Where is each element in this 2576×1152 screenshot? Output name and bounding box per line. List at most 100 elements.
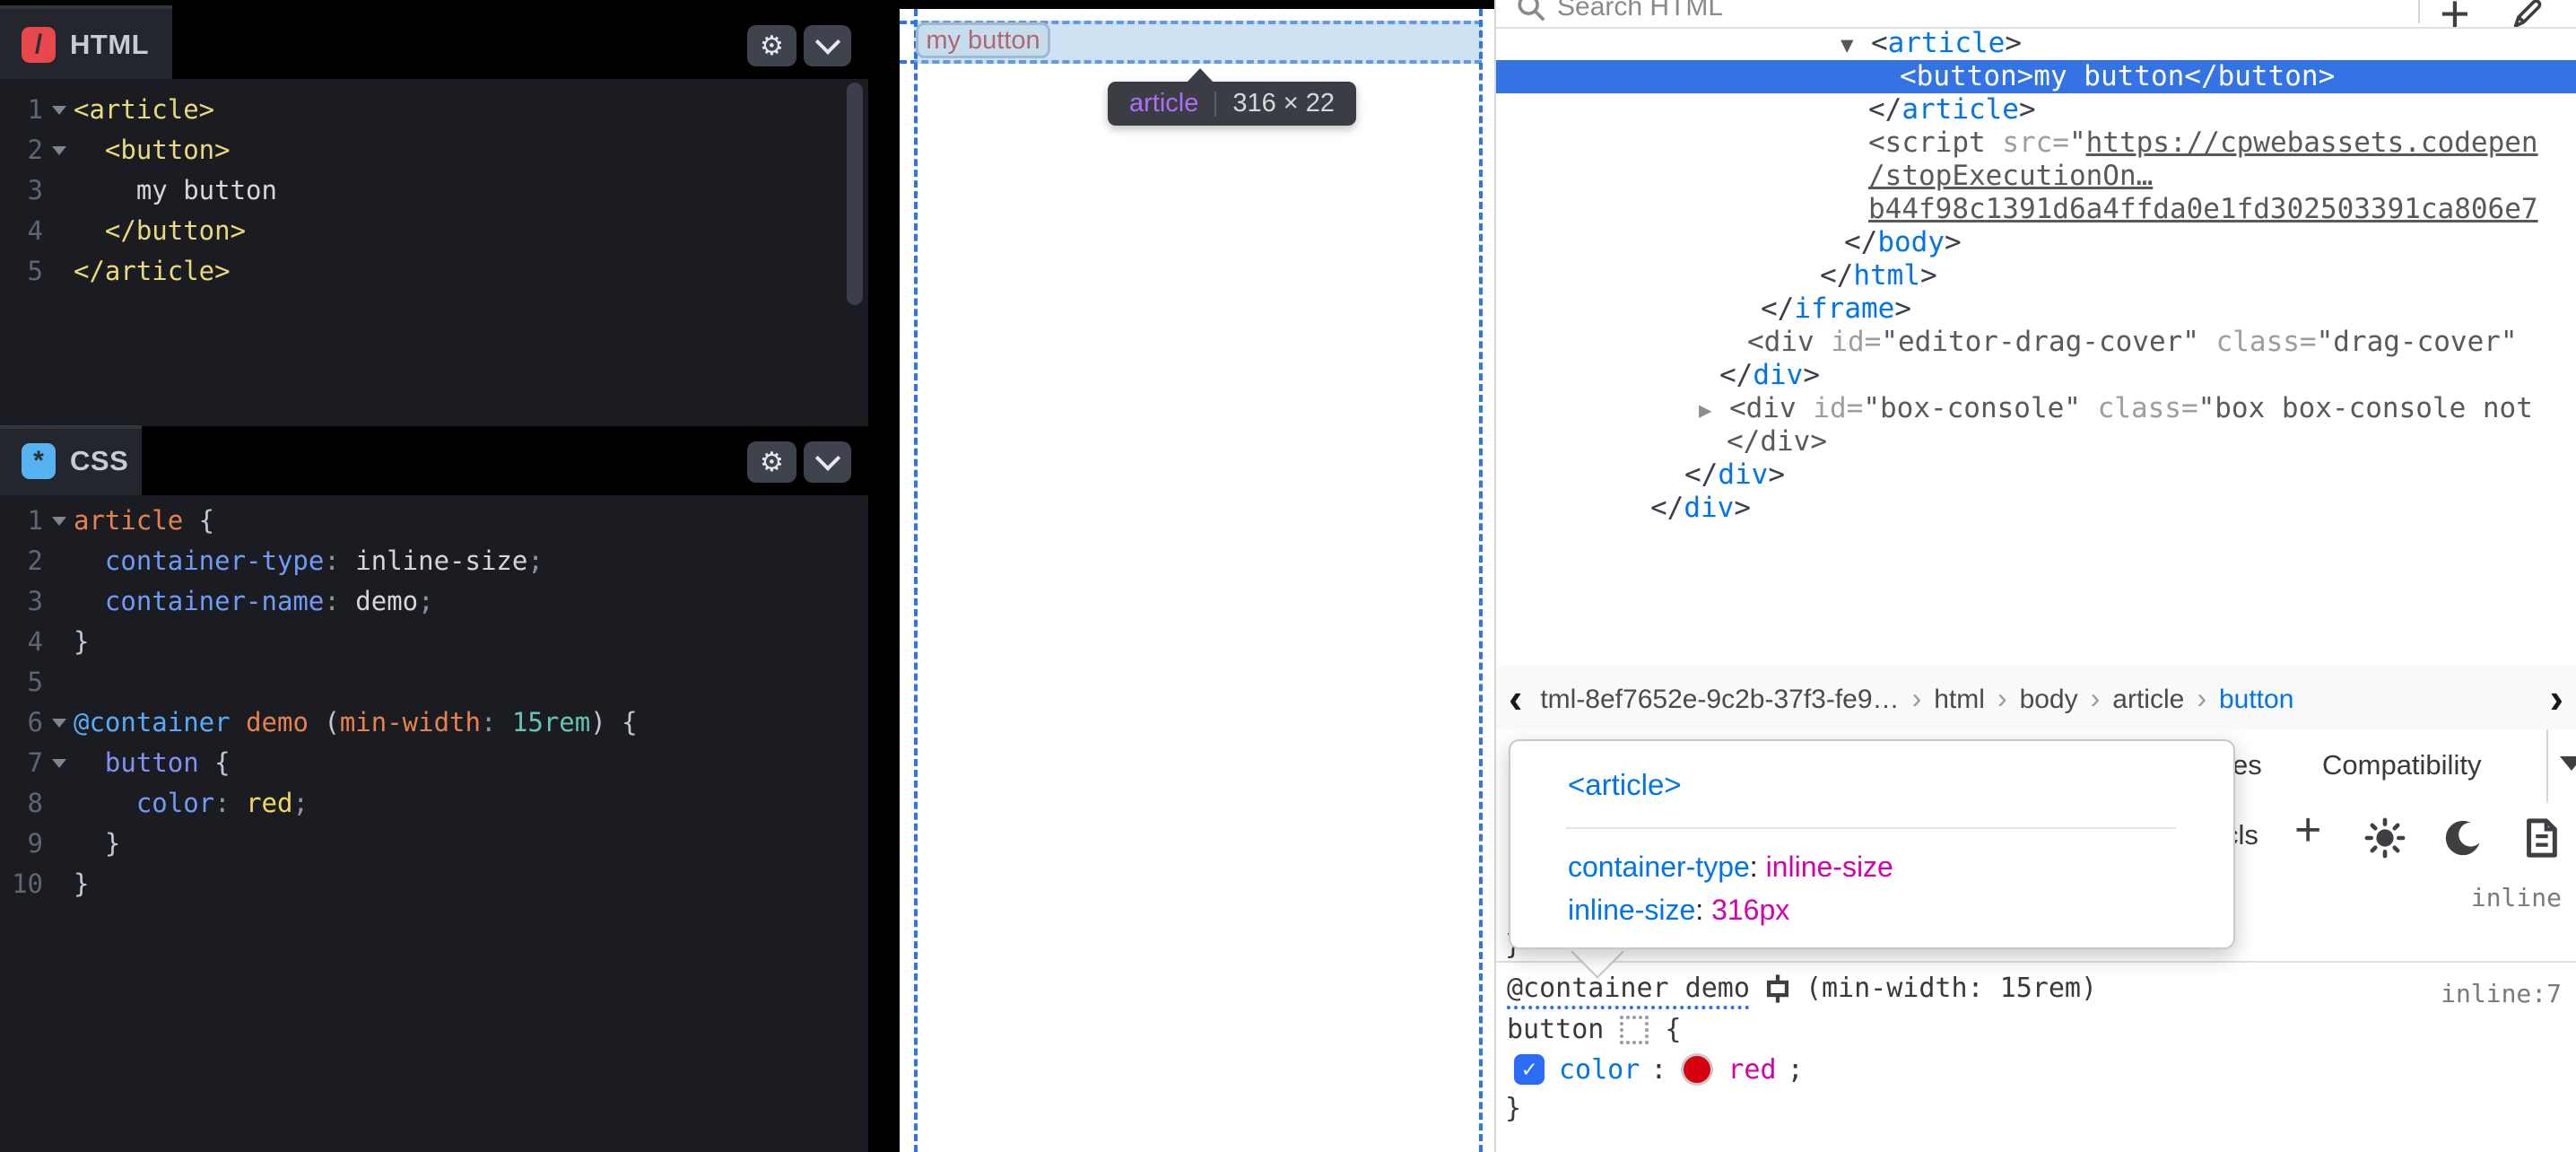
add-rule-button[interactable]: +: [2294, 803, 2321, 857]
breadcrumb-back-button[interactable]: ‹: [1496, 671, 1535, 725]
markup-row[interactable]: <div id="editor-drag-cover" class="drag-…: [1496, 326, 2576, 359]
declaration-colon: :: [1650, 1054, 1667, 1086]
markup-row[interactable]: </html>: [1496, 259, 2576, 292]
markup-row[interactable]: </div>: [1496, 458, 2576, 492]
devtools-inspector: Search HTML + ▼<article><button>my butto…: [1494, 0, 2576, 1152]
fold-arrow-icon[interactable]: [43, 703, 74, 743]
fold-spacer: [43, 662, 74, 703]
css-code-editor[interactable]: 1article {2 container-type: inline-size;…: [0, 495, 868, 1152]
fold-arrow-icon[interactable]: [43, 130, 74, 170]
tab-changes-partial[interactable]: es: [2232, 749, 2262, 781]
create-node-button[interactable]: +: [2440, 0, 2470, 29]
code-text: my button: [74, 170, 868, 211]
container-at-rule[interactable]: @container demo: [1507, 973, 1750, 1004]
css-editor-tab[interactable]: * CSS: [22, 443, 128, 479]
code-text: <article>: [74, 90, 868, 130]
markup-tree[interactable]: ▼<article><button>my button</button></ar…: [1496, 27, 2576, 667]
tab-compatibility[interactable]: Compatibility: [2322, 749, 2481, 781]
fold-spacer: [43, 783, 74, 824]
code-line[interactable]: 3 container-name: demo;: [0, 581, 868, 622]
html-editor-tab[interactable]: / HTML: [22, 27, 149, 63]
code-line[interactable]: 6@container demo (min-width: 15rem) {: [0, 703, 868, 743]
markup-row[interactable]: <script src="https://cpwebassets.codepen: [1496, 127, 2576, 160]
search-html-bar[interactable]: Search HTML +: [1496, 0, 2576, 29]
code-line[interactable]: 2 <button>: [0, 130, 868, 170]
markup-row[interactable]: ▼<article>: [1496, 27, 2576, 60]
code-line[interactable]: 1 <article>: [0, 90, 868, 130]
preview-my-button[interactable]: my button: [916, 22, 1050, 58]
breadcrumb-item-button[interactable]: button: [2214, 685, 2299, 714]
line-number: 2: [0, 541, 43, 581]
rule-selector[interactable]: button: [1507, 1014, 1604, 1045]
color-swatch[interactable]: [1681, 1053, 1713, 1086]
markup-row[interactable]: </iframe>: [1496, 292, 2576, 326]
all-tabs-dropdown-icon[interactable]: [2560, 756, 2576, 771]
popup-container-type-line: container-type: inline-size: [1568, 851, 1893, 884]
breadcrumb: ‹ tml-8ef7652e-9c2b-37f3-fe9…›html›body›…: [1496, 667, 2576, 731]
selector-highlighter-icon[interactable]: [1620, 1016, 1649, 1044]
html-editor-collapse-button[interactable]: [804, 25, 851, 66]
editor-scrollbar[interactable]: [847, 83, 863, 305]
declaration-value[interactable]: red: [1727, 1054, 1776, 1086]
declaration-property[interactable]: color: [1559, 1054, 1640, 1086]
dark-mode-icon[interactable]: [2442, 817, 2484, 859]
print-media-icon[interactable]: [2521, 817, 2561, 859]
code-line[interactable]: 5: [0, 662, 868, 703]
code-line[interactable]: 4 </button>: [0, 211, 868, 251]
code-line[interactable]: 2 container-type: inline-size;: [0, 541, 868, 581]
fold-arrow-icon[interactable]: [43, 90, 74, 130]
light-mode-icon[interactable]: [2364, 817, 2406, 859]
markup-row[interactable]: </div>: [1496, 492, 2576, 525]
code-text: }: [74, 622, 868, 662]
fold-spacer: [43, 622, 74, 662]
markup-row[interactable]: </div>: [1496, 359, 2576, 392]
fold-arrow-icon[interactable]: [43, 743, 74, 783]
html-editor-settings-button[interactable]: ⚙: [747, 25, 796, 66]
html-editor-tab-label: HTML: [70, 29, 149, 61]
markup-row[interactable]: b44f98c1391d6a4ffda0e1fd302503391ca806e7: [1496, 193, 2576, 226]
breadcrumb-item-article[interactable]: article: [2107, 685, 2189, 714]
line-number: 1: [0, 90, 43, 130]
element-rule-source-link[interactable]: inline: [2471, 883, 2562, 912]
line-number: 9: [0, 824, 43, 864]
container-rule-close-brace: }: [1505, 1093, 1521, 1124]
code-line[interactable]: 1article {: [0, 501, 868, 541]
markup-row-selected[interactable]: <button>my button</button>: [1496, 60, 2576, 93]
breadcrumb-item-tml-8ef7652e-9c2b-37f3-fe9-[interactable]: tml-8ef7652e-9c2b-37f3-fe9…: [1535, 685, 1904, 714]
edit-pencil-icon[interactable]: [2510, 0, 2546, 29]
container-info-popup: <article> container-type: inline-size in…: [1509, 739, 2235, 949]
markup-row[interactable]: </body>: [1496, 226, 2576, 259]
fold-arrow-icon[interactable]: [43, 501, 74, 541]
markup-row[interactable]: /stopExecutionOn…: [1496, 160, 2576, 193]
code-line[interactable]: 10}: [0, 864, 868, 904]
breadcrumb-item-html[interactable]: html: [1928, 685, 1990, 714]
css-editor-settings-button[interactable]: ⚙: [747, 441, 796, 483]
code-line[interactable]: 5</article>: [0, 251, 868, 292]
declaration-enabled-checkbox[interactable]: ✓: [1514, 1054, 1545, 1085]
container-jump-icon[interactable]: [1762, 973, 1793, 1004]
breadcrumb-forward-button[interactable]: ›: [2537, 671, 2576, 725]
fold-spacer: [43, 581, 74, 622]
highlighter-infobar: article 316 × 22: [1108, 82, 1356, 126]
line-number: 7: [0, 743, 43, 783]
code-text: [74, 662, 868, 703]
breadcrumb-item-body[interactable]: body: [2015, 685, 2084, 714]
markup-row[interactable]: </article>: [1496, 93, 2576, 127]
code-line[interactable]: 3 my button: [0, 170, 868, 211]
code-line[interactable]: 4}: [0, 622, 868, 662]
declaration-semicolon: ;: [1788, 1054, 1804, 1086]
container-rule-source-link[interactable]: inline:7: [2441, 979, 2562, 1008]
preview-pane[interactable]: my button article 316 × 22: [900, 0, 1494, 1152]
code-text: <button>: [74, 130, 868, 170]
toolbar-separator: [2418, 0, 2420, 23]
code-line[interactable]: 9 }: [0, 824, 868, 864]
markup-row[interactable]: ▶<div id="box-console" class="box box-co…: [1496, 392, 2576, 425]
html-code-editor[interactable]: 1 <article>2 <button>3 my button4 </butto…: [0, 79, 868, 426]
code-text: }: [74, 864, 868, 904]
css-editor-collapse-button[interactable]: [804, 441, 851, 483]
gear-icon: ⚙: [760, 31, 784, 62]
code-line[interactable]: 7 button {: [0, 743, 868, 783]
markup-row[interactable]: </div>: [1496, 425, 2576, 458]
editor-column: / HTML ⚙ 1<article>2 <button>3 my button…: [0, 0, 868, 1152]
code-line[interactable]: 8 color: red;: [0, 783, 868, 824]
